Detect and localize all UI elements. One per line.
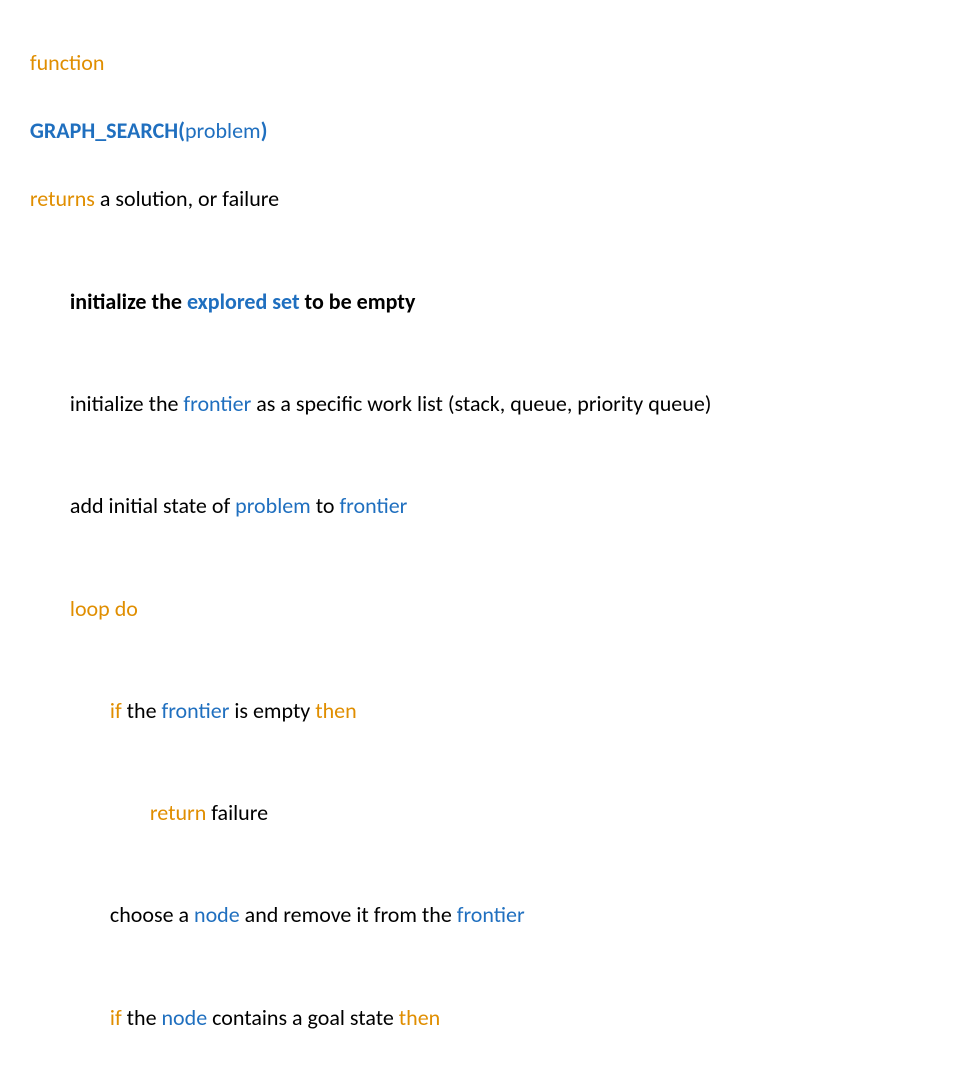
explored-set: explored set	[187, 288, 300, 315]
text: the	[122, 1004, 162, 1031]
line-if-goal: if the node contains a goal state then	[10, 967, 950, 1069]
fn-name-part2: )	[261, 117, 268, 144]
problem: problem	[235, 492, 311, 519]
text: the	[122, 697, 162, 724]
line-init-explored: initialize the explored set to be empty	[10, 251, 950, 353]
line-choose-node: choose a node and remove it from the fro…	[10, 864, 950, 966]
text: initialize the	[70, 288, 187, 315]
space	[30, 151, 35, 178]
keyword-if: if	[110, 1004, 122, 1031]
keyword-then: then	[315, 697, 356, 724]
text-tail: a solution, or failure	[95, 185, 279, 212]
text: to be empty	[300, 288, 416, 315]
fn-name-part1: GRAPH_SEARCH(	[30, 117, 185, 144]
text: is empty	[229, 697, 315, 724]
keyword-return: return	[150, 799, 206, 826]
text: failure	[206, 799, 268, 826]
frontier: frontier	[457, 901, 525, 928]
text: add initial state of	[70, 492, 235, 519]
keyword-if: if	[110, 697, 122, 724]
line-init-frontier: initialize the frontier as a specific wo…	[10, 353, 950, 455]
frontier: frontier	[183, 390, 251, 417]
keyword-loop-do: loop do	[70, 595, 138, 622]
line-if-empty: if the frontier is empty then	[10, 660, 950, 762]
line-add-initial: add initial state of problem to frontier	[10, 455, 950, 557]
line-loop: loop do	[10, 558, 950, 660]
line-return-failure: return failure	[10, 762, 950, 864]
space	[30, 83, 35, 110]
pseudocode-slide: function GRAPH_SEARCH(problem) returns a…	[0, 0, 960, 1080]
line-return-solution: return the corresponding solution	[10, 1069, 950, 1080]
text: to	[311, 492, 340, 519]
keyword-returns: returns	[30, 185, 95, 212]
fn-arg: problem	[185, 117, 261, 144]
frontier: frontier	[339, 492, 407, 519]
node: node	[194, 901, 240, 928]
text: and remove it from the	[240, 901, 457, 928]
frontier: frontier	[162, 697, 230, 724]
keyword-then: then	[399, 1004, 440, 1031]
text: as a specific work list (stack, queue, p…	[251, 390, 711, 417]
line-function-signature: function GRAPH_SEARCH(problem) returns a…	[10, 12, 950, 251]
text: contains a goal state	[207, 1004, 399, 1031]
node: node	[162, 1004, 208, 1031]
keyword-function: function	[30, 49, 105, 76]
text: choose a	[110, 901, 194, 928]
text: initialize the	[70, 390, 184, 417]
